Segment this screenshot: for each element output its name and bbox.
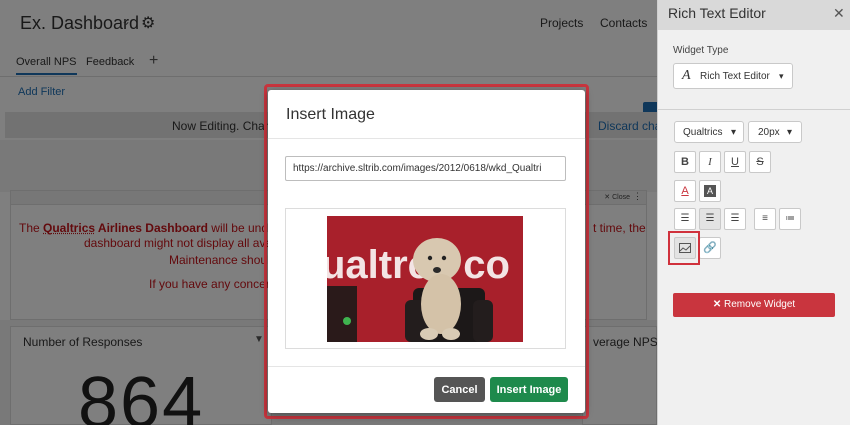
close-icon[interactable]: ✕: [833, 5, 845, 22]
image-button-highlight: [668, 231, 700, 265]
font-icon: A: [682, 68, 691, 83]
font-family-select[interactable]: Qualtrics ▾: [674, 121, 744, 143]
bold-button[interactable]: B: [674, 151, 696, 173]
bullet-list-icon[interactable]: ≔: [779, 208, 801, 230]
image-preview: ualtrcs co: [285, 208, 566, 349]
italic-button[interactable]: I: [699, 151, 721, 173]
widget-type-select[interactable]: A Rich Text Editor ▾: [673, 63, 793, 89]
widget-type-value: Rich Text Editor: [700, 71, 770, 82]
chevron-down-icon: ▾: [787, 127, 793, 138]
remove-widget-button[interactable]: ✕ Remove Widget: [673, 293, 835, 317]
preview-photo: ualtrcs co: [327, 216, 523, 342]
panel-title: Rich Text Editor: [668, 5, 766, 21]
numbered-list-icon[interactable]: ≡: [754, 208, 776, 230]
divider: [268, 366, 585, 367]
background-color-button[interactable]: A: [699, 180, 721, 202]
chevron-down-icon: ▾: [779, 71, 784, 81]
insert-image-button[interactable]: Insert Image: [490, 377, 568, 402]
chevron-down-icon: ▾: [731, 127, 737, 138]
underline-button[interactable]: U: [724, 151, 746, 173]
widget-type-label: Widget Type: [673, 45, 729, 56]
link-icon[interactable]: 🔗: [699, 237, 721, 259]
align-center-icon[interactable]: ☰: [699, 208, 721, 230]
close-icon: ✕: [712, 299, 722, 310]
font-size-value: 20px: [758, 127, 780, 138]
dog-photo-image: ualtrcs co: [327, 216, 523, 342]
image-url-input[interactable]: [285, 156, 566, 181]
panel-header: Rich Text Editor ✕: [658, 0, 850, 30]
cancel-button[interactable]: Cancel: [434, 377, 485, 402]
strikethrough-button[interactable]: S: [749, 151, 771, 173]
divider: [268, 138, 585, 139]
dialog-title: Insert Image: [286, 106, 375, 123]
divider: [658, 109, 850, 110]
remove-widget-label: Remove Widget: [724, 299, 796, 310]
font-family-value: Qualtrics: [683, 127, 723, 138]
font-size-select[interactable]: 20px ▾: [748, 121, 802, 143]
text-color-button[interactable]: A: [674, 180, 696, 202]
align-left-icon[interactable]: ☰: [674, 208, 696, 230]
insert-image-dialog: Insert Image ualtrcs co Cancel I: [268, 90, 585, 413]
align-right-icon[interactable]: ☰: [724, 208, 746, 230]
rich-text-editor-panel: Rich Text Editor ✕ Widget Type A Rich Te…: [657, 0, 850, 425]
